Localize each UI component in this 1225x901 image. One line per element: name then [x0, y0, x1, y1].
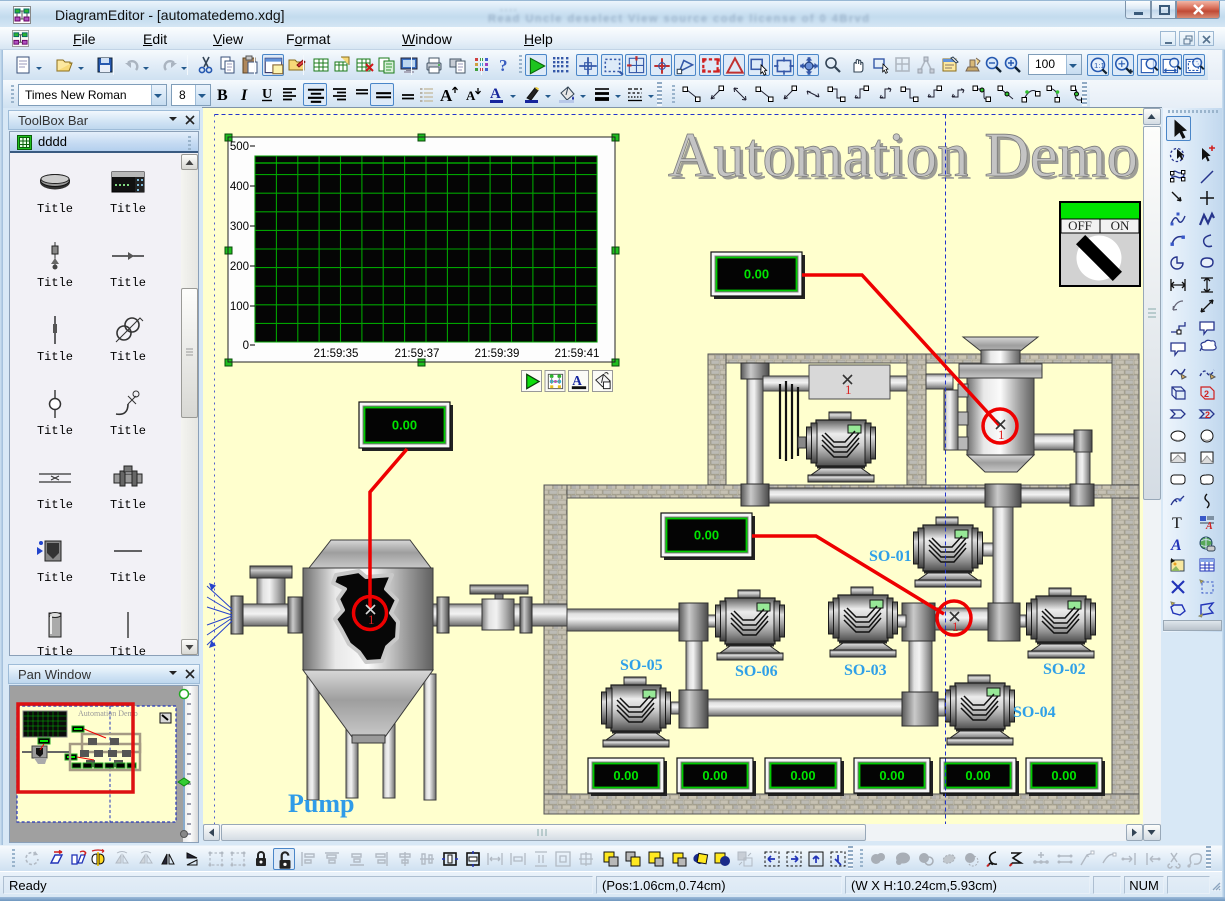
- svg-text:Automation Demo: Automation Demo: [668, 120, 1138, 190]
- svg-text:21:59:35: 21:59:35: [314, 348, 359, 360]
- svg-text:1: 1: [845, 382, 852, 397]
- svg-text:A: A: [1205, 521, 1213, 532]
- svg-text:A: A: [572, 373, 582, 388]
- svg-text:SO-01: SO-01: [869, 548, 912, 565]
- svg-text:SO-06: SO-06: [735, 663, 778, 680]
- svg-text:0.00: 0.00: [965, 768, 990, 783]
- svg-text:100: 100: [230, 301, 249, 313]
- svg-text:SO-02: SO-02: [1043, 661, 1086, 678]
- svg-text:1: 1: [952, 619, 959, 634]
- svg-text:SO-04: SO-04: [1013, 704, 1056, 721]
- svg-text:500: 500: [230, 141, 249, 153]
- svg-text:0.00: 0.00: [790, 768, 815, 783]
- svg-text:0: 0: [243, 340, 249, 352]
- svg-text:A: A: [490, 86, 501, 102]
- svg-text:A: A: [1170, 537, 1182, 554]
- svg-text:2: 2: [1204, 389, 1209, 399]
- svg-text:0.00: 0.00: [702, 768, 727, 783]
- svg-text:Automation Demo: Automation Demo: [78, 709, 138, 718]
- svg-text:U: U: [262, 87, 272, 102]
- svg-text:OFF: OFF: [1068, 218, 1092, 233]
- svg-text:ON: ON: [1111, 218, 1130, 233]
- svg-text:0.00: 0.00: [1051, 768, 1076, 783]
- svg-text:T: T: [1172, 515, 1182, 532]
- svg-text:I: I: [240, 87, 248, 104]
- svg-text:21:59:41: 21:59:41: [555, 348, 600, 360]
- svg-text:300: 300: [230, 221, 249, 233]
- svg-text:?: ?: [499, 56, 508, 75]
- svg-text:2: 2: [1205, 410, 1210, 420]
- svg-text:1: 1: [998, 427, 1005, 442]
- svg-text:1: 1: [368, 612, 375, 627]
- svg-text:SO-05: SO-05: [620, 657, 663, 674]
- svg-text:0.00: 0.00: [694, 528, 719, 543]
- svg-text:21:59:39: 21:59:39: [475, 348, 520, 360]
- svg-text:SO-03: SO-03: [844, 662, 887, 679]
- svg-text:0.00: 0.00: [879, 768, 904, 783]
- svg-text:Pump: Pump: [288, 789, 354, 818]
- svg-text:0.00: 0.00: [744, 267, 769, 282]
- svg-text:0.00: 0.00: [392, 418, 417, 433]
- svg-text:400: 400: [230, 181, 249, 193]
- svg-text:21:59:37: 21:59:37: [395, 348, 440, 360]
- svg-text:0.00: 0.00: [613, 768, 638, 783]
- svg-text:B: B: [217, 87, 228, 104]
- svg-text:A: A: [466, 88, 476, 103]
- svg-text:A: A: [440, 86, 453, 104]
- svg-text:200: 200: [230, 261, 249, 273]
